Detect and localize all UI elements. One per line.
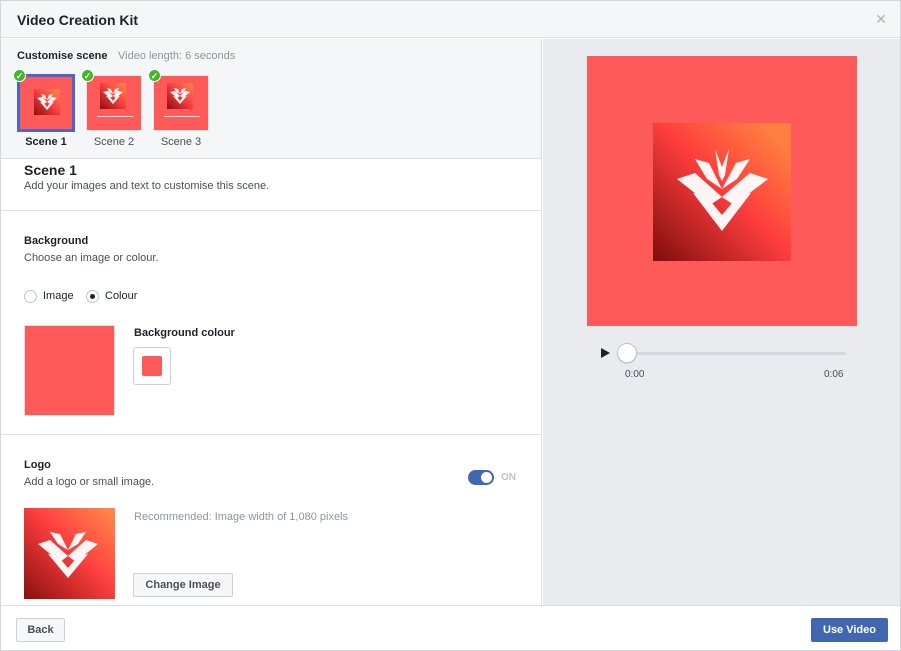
- scene-thumb-2[interactable]: ✓ Scene 2: [81, 69, 146, 148]
- logo-mark-icon: [167, 83, 193, 109]
- preview-panel: 0:00 0:06: [543, 39, 900, 605]
- radio-colour-label[interactable]: Colour: [105, 290, 137, 302]
- background-heading: Background: [24, 235, 89, 247]
- editor-panel: Customise scene Video length: 6 seconds: [1, 39, 542, 605]
- back-button[interactable]: Back: [16, 618, 65, 642]
- dialog-header: Video Creation Kit ✕: [1, 1, 900, 38]
- radio-image[interactable]: [24, 290, 37, 303]
- logo-toggle[interactable]: [468, 470, 494, 485]
- use-video-button[interactable]: Use Video: [811, 618, 888, 642]
- logo-thumbnail: [24, 508, 115, 599]
- logo-mark-icon: [38, 532, 98, 578]
- background-colour-label: Background colour: [134, 327, 235, 339]
- video-scrubber-track[interactable]: [617, 352, 846, 355]
- video-creation-dialog: Video Creation Kit ✕ Customise scene Vid…: [0, 0, 901, 651]
- logo-description: Add a logo or small image.: [24, 476, 155, 488]
- scene-label: Scene 3: [160, 136, 202, 148]
- preview-logo: [653, 123, 791, 261]
- logo-section: Logo Add a logo or small image. ON Recom…: [1, 435, 541, 605]
- logo-mark-icon: [677, 149, 768, 231]
- colour-picker-button[interactable]: [133, 347, 171, 385]
- radio-colour[interactable]: [86, 290, 99, 303]
- scene-description: Add your images and text to customise th…: [24, 180, 270, 192]
- dialog-footer: Back Use Video: [1, 605, 900, 650]
- scene-heading: Scene 1: [24, 162, 77, 178]
- logo-mark-icon: [100, 83, 126, 109]
- video-player-controls: 0:00 0:06: [599, 343, 849, 385]
- scene-thumb-3[interactable]: ✓ Scene 3: [148, 69, 213, 148]
- logo-toggle-label: ON: [501, 472, 516, 483]
- radio-image-label[interactable]: Image: [43, 290, 74, 302]
- video-scrubber-handle[interactable]: [617, 343, 637, 363]
- change-image-button[interactable]: Change Image: [133, 573, 233, 597]
- scene-thumbnail: [153, 75, 209, 131]
- scene-info-section: Scene 1 Add your images and text to cust…: [1, 159, 541, 211]
- scene-label: Scene 1: [25, 136, 67, 148]
- check-icon: ✓: [81, 69, 94, 82]
- dialog-title: Video Creation Kit: [17, 12, 139, 28]
- close-icon[interactable]: ✕: [874, 12, 888, 26]
- scene-label: Scene 2: [93, 136, 135, 148]
- scene-thumbnail: [18, 75, 74, 131]
- duration-time: 0:06: [824, 369, 844, 380]
- scene-thumbnail: [86, 75, 142, 131]
- logo-recommendation: Recommended: Image width of 1,080 pixels: [134, 511, 349, 523]
- logo-mark-icon: [34, 89, 60, 115]
- current-time: 0:00: [625, 369, 645, 380]
- scene-thumb-1[interactable]: ✓ Scene 1: [13, 69, 78, 148]
- check-icon: ✓: [148, 69, 161, 82]
- background-preview-swatch: [24, 325, 115, 416]
- scene-strip: Customise scene Video length: 6 seconds: [1, 39, 541, 159]
- video-preview: [587, 56, 857, 326]
- video-length-text: Video length: 6 seconds: [118, 50, 236, 62]
- colour-chip: [142, 356, 162, 376]
- play-icon[interactable]: [601, 347, 611, 359]
- background-section: Background Choose an image or colour. Im…: [1, 211, 541, 435]
- scene-caption-placeholder: [97, 116, 133, 119]
- background-description: Choose an image or colour.: [24, 252, 159, 264]
- customise-scene-title: Customise scene: [17, 50, 108, 62]
- check-icon: ✓: [13, 69, 26, 82]
- scene-caption-placeholder: [164, 116, 200, 119]
- logo-heading: Logo: [24, 459, 51, 471]
